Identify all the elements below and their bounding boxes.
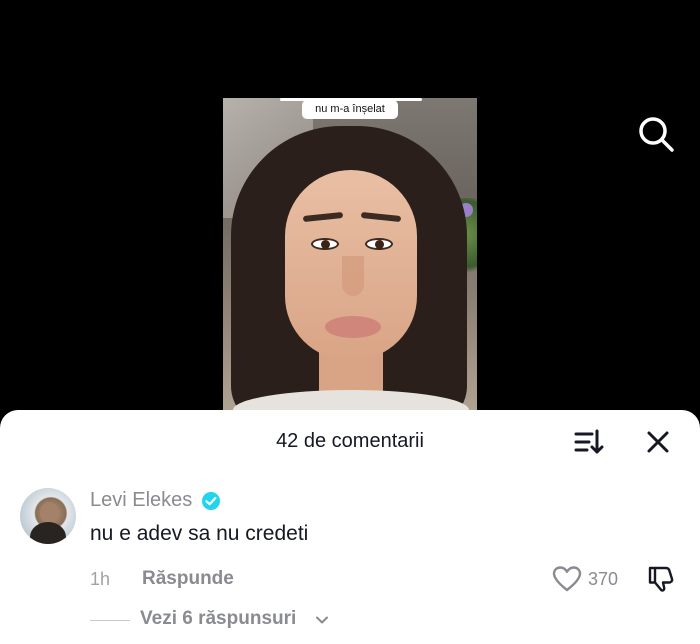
avatar-head bbox=[40, 502, 58, 524]
view-replies-button[interactable]: Vezi 6 răspunsuri bbox=[140, 608, 296, 630]
person-nose bbox=[342, 256, 364, 296]
dislike-icon[interactable] bbox=[646, 563, 676, 593]
comment-username[interactable]: Levi Elekes bbox=[90, 489, 192, 512]
avatar-body bbox=[30, 522, 66, 544]
comment-text: nu e adev sa nu credeti bbox=[90, 522, 309, 545]
person-mouth bbox=[325, 316, 381, 338]
video-area[interactable]: nu m-a înșelat bbox=[0, 0, 700, 420]
sort-icon[interactable] bbox=[574, 428, 604, 456]
video-caption: nu m-a înșelat bbox=[302, 100, 398, 119]
heart-icon[interactable] bbox=[552, 565, 582, 593]
person-eye bbox=[311, 238, 339, 250]
search-icon[interactable] bbox=[636, 114, 676, 154]
reply-button[interactable]: Răspunde bbox=[142, 568, 234, 590]
chevron-down-icon[interactable] bbox=[314, 612, 330, 628]
comment-timestamp: 1h bbox=[90, 569, 111, 589]
replies-divider bbox=[90, 620, 130, 621]
person-eye bbox=[365, 238, 393, 250]
close-icon[interactable] bbox=[646, 430, 670, 454]
video-thumbnail[interactable] bbox=[223, 98, 477, 420]
avatar[interactable] bbox=[20, 488, 76, 544]
verified-badge-icon bbox=[202, 492, 220, 510]
like-count: 370 bbox=[588, 569, 619, 589]
